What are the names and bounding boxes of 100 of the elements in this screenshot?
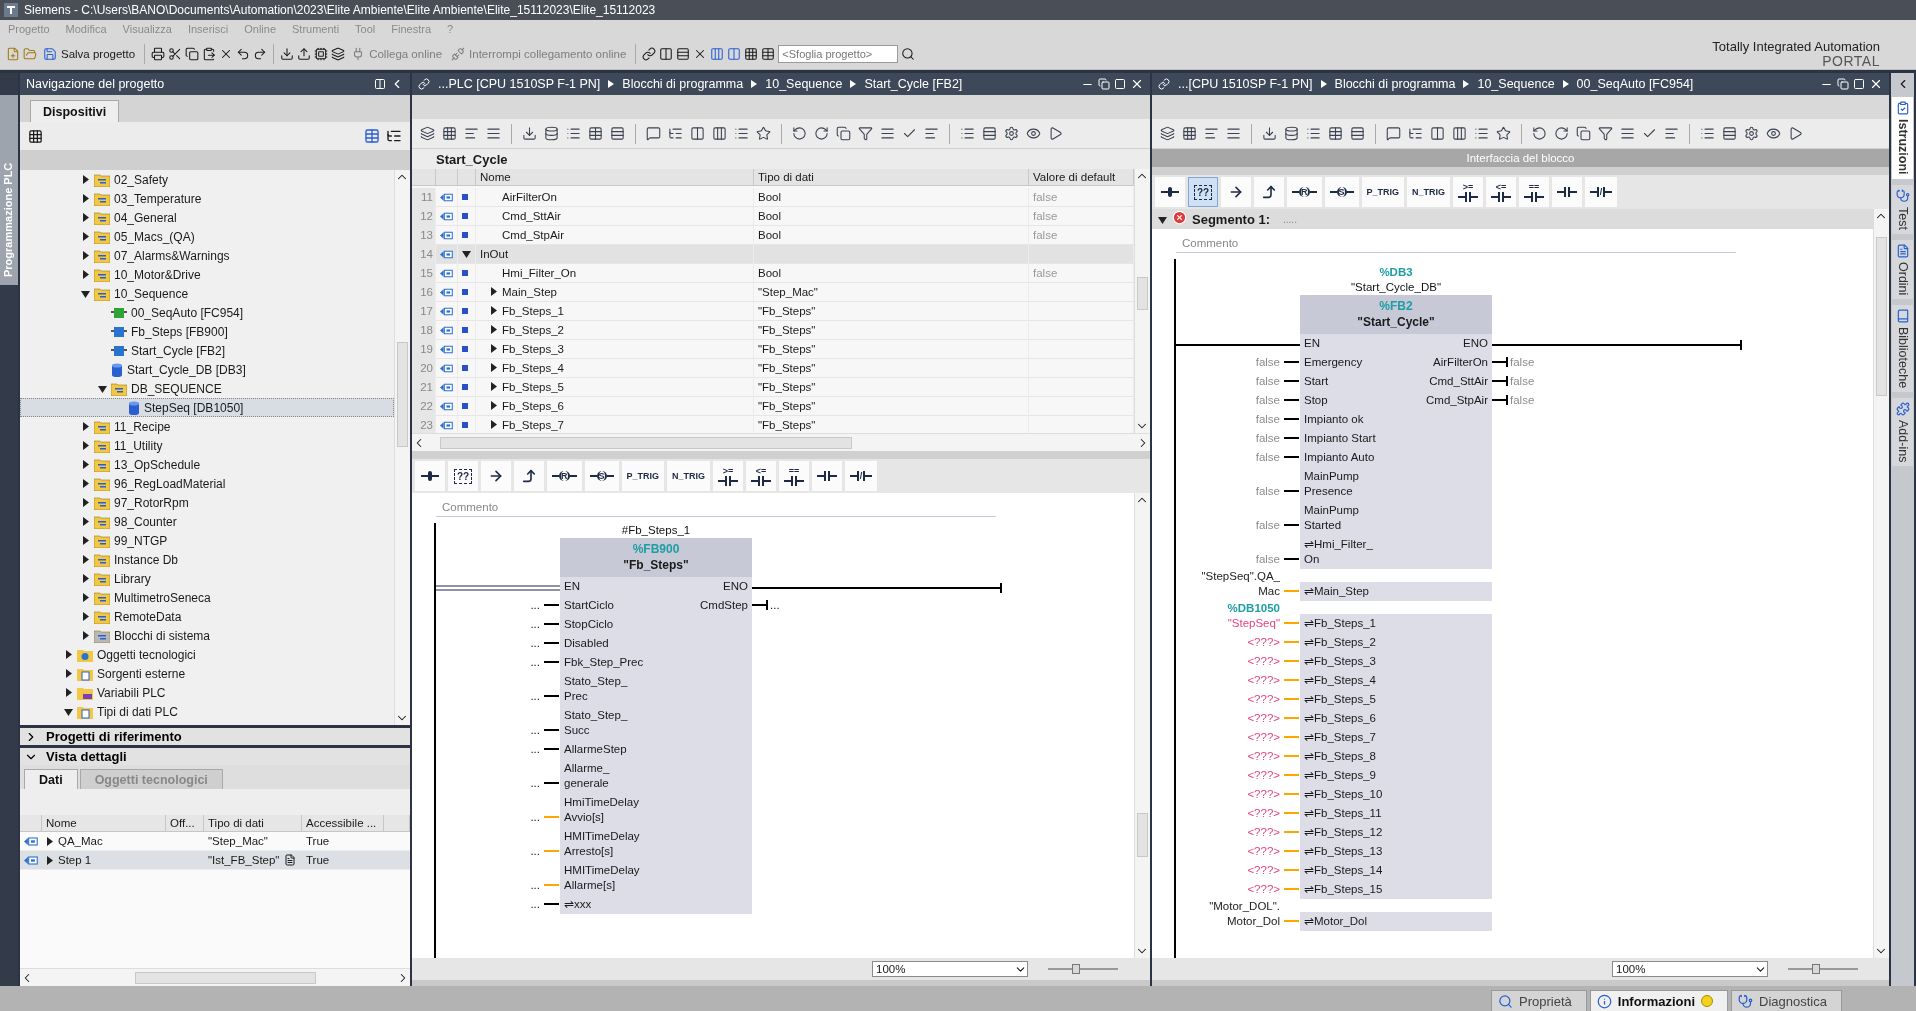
scroll-thumb[interactable]: [440, 436, 852, 449]
upload-icon[interactable]: [297, 46, 312, 61]
coil-button[interactable]: [415, 461, 445, 491]
column-header[interactable]: Tipo di dati: [204, 815, 302, 832]
lines-icon[interactable]: [1620, 126, 1635, 141]
copy-icon[interactable]: [1576, 126, 1591, 141]
tree-item[interactable]: 13_OpSchedule: [20, 455, 394, 474]
columns-icon[interactable]: [659, 46, 674, 61]
tree-item[interactable]: 10_Sequence: [20, 284, 394, 303]
document-icon[interactable]: [284, 854, 297, 866]
download-icon[interactable]: [1262, 126, 1277, 141]
save-button[interactable]: Salva progetto: [40, 44, 139, 63]
tree-item[interactable]: 02_Safety: [20, 170, 394, 189]
tree-item[interactable]: Start_Cycle [FB2]: [20, 341, 394, 360]
play-icon[interactable]: [1048, 126, 1063, 141]
comment-icon[interactable]: [1386, 126, 1401, 141]
side-tab[interactable]: Biblioteche: [1892, 304, 1913, 392]
table-icon[interactable]: [588, 126, 603, 141]
list-icon[interactable]: [566, 126, 581, 141]
table-icon[interactable]: [761, 46, 776, 61]
caret-down-icon[interactable]: [1158, 216, 1167, 224]
vertical-scrollbar[interactable]: [1873, 209, 1889, 958]
segment-header[interactable]: Segmento 1: .....: [1152, 209, 1873, 229]
table-icon[interactable]: [1328, 126, 1343, 141]
eye-icon[interactable]: [1026, 126, 1041, 141]
caret-down-icon[interactable]: [80, 290, 90, 298]
breadcrumb-item[interactable]: 00_SeqAuto [FC954]: [1576, 77, 1694, 91]
scroll-thumb[interactable]: [1137, 812, 1148, 857]
tree-item[interactable]: 97_RotorRpm: [20, 493, 394, 512]
breadcrumb-item[interactable]: 10_Sequence: [1477, 77, 1555, 91]
tree-item[interactable]: 07_Alarms&Warnings: [20, 246, 394, 265]
play-icon[interactable]: [1788, 126, 1803, 141]
caret-right-icon[interactable]: [490, 325, 497, 334]
scroll-thumb[interactable]: [1876, 237, 1887, 396]
undo-icon[interactable]: [236, 46, 251, 61]
vertical-scrollbar[interactable]: [394, 170, 410, 725]
tree-item[interactable]: Sorgenti esterne: [20, 664, 394, 683]
tree-item[interactable]: Fb_Steps [FB900]: [20, 322, 394, 341]
side-tab[interactable]: Istruzioni: [1892, 97, 1913, 179]
split-icon[interactable]: [374, 78, 386, 90]
jump-button[interactable]: [481, 461, 511, 491]
breadcrumb-item[interactable]: ...PLC [CPU 1510SP F-1 PN]: [438, 77, 601, 91]
columns-icon[interactable]: [1452, 126, 1467, 141]
caret-right-icon[interactable]: [490, 382, 497, 391]
scroll-thumb[interactable]: [397, 342, 408, 448]
lines-icon[interactable]: [1226, 126, 1241, 141]
compare-button[interactable]: <=: [1486, 177, 1517, 207]
list-icon[interactable]: [734, 126, 749, 141]
column-header[interactable]: Nome: [476, 169, 754, 186]
horizontal-scrollbar[interactable]: [412, 433, 1150, 451]
horizontal-scrollbar[interactable]: [20, 968, 410, 986]
breadcrumb-item[interactable]: Start_Cycle [FB2]: [864, 77, 963, 91]
tree-item[interactable]: Oggetti tecnologici: [20, 645, 394, 664]
tree-item[interactable]: Library: [20, 569, 394, 588]
star-icon[interactable]: [1496, 126, 1511, 141]
copy-icon[interactable]: [836, 126, 851, 141]
return-button[interactable]: [514, 461, 544, 491]
database-icon[interactable]: [1284, 126, 1299, 141]
contact-button[interactable]: [812, 461, 843, 491]
redo-icon[interactable]: [253, 46, 268, 61]
download-icon[interactable]: [280, 46, 295, 61]
download-icon[interactable]: [522, 126, 537, 141]
layers-icon[interactable]: [331, 46, 346, 61]
list-icon[interactable]: [1474, 126, 1489, 141]
column-header[interactable]: Tipo di dati: [754, 169, 1029, 186]
tree-item[interactable]: 05_Macs_(QA): [20, 227, 394, 246]
grid-icon[interactable]: [1182, 126, 1197, 141]
tree-item[interactable]: 03_Temperature: [20, 189, 394, 208]
list-icon[interactable]: [1700, 126, 1715, 141]
copy-icon[interactable]: [185, 46, 200, 61]
caret-right-icon[interactable]: [490, 420, 497, 429]
tree-item[interactable]: Start_Cycle_DB [DB3]: [20, 360, 394, 379]
column-header[interactable]: Valore di default: [1029, 169, 1134, 186]
tree-item[interactable]: Variabili PLC: [20, 683, 394, 702]
redo-icon[interactable]: [814, 126, 829, 141]
scroll-thumb[interactable]: [135, 971, 317, 984]
slider-thumb[interactable]: [1812, 964, 1820, 974]
table-icon[interactable]: [364, 128, 380, 144]
set-coil-button[interactable]: S: [584, 461, 619, 491]
search-field[interactable]: <Sfoglia progetto>: [778, 44, 899, 63]
zoom-dropdown[interactable]: 100%: [1612, 961, 1768, 977]
tree-item[interactable]: MultimetroSeneca: [20, 588, 394, 607]
breadcrumb-item[interactable]: Blocchi di programma: [1334, 77, 1456, 91]
caret-right-icon[interactable]: [490, 306, 497, 315]
breadcrumb-item[interactable]: ...[CPU 1510SP F-1 PN]: [1178, 77, 1313, 91]
cut-icon[interactable]: [168, 46, 183, 61]
database-icon[interactable]: [544, 126, 559, 141]
layers-icon[interactable]: [420, 126, 435, 141]
tree-item[interactable]: 04_General: [20, 208, 394, 227]
filter-icon[interactable]: [1598, 126, 1613, 141]
tree-item[interactable]: 00_SeqAuto [FC954]: [20, 303, 394, 322]
p-trig-button[interactable]: P_TRIG: [1361, 177, 1405, 207]
vertical-scrollbar[interactable]: [1134, 493, 1150, 958]
align-left-icon[interactable]: [1204, 126, 1219, 141]
paste-icon[interactable]: [202, 46, 217, 61]
close-icon[interactable]: [1130, 77, 1144, 91]
caret-down-icon[interactable]: [97, 385, 107, 393]
columns-icon[interactable]: [1430, 126, 1445, 141]
tab[interactable]: Dati: [24, 769, 78, 789]
status-tab[interactable]: Proprietà: [1491, 990, 1587, 1011]
